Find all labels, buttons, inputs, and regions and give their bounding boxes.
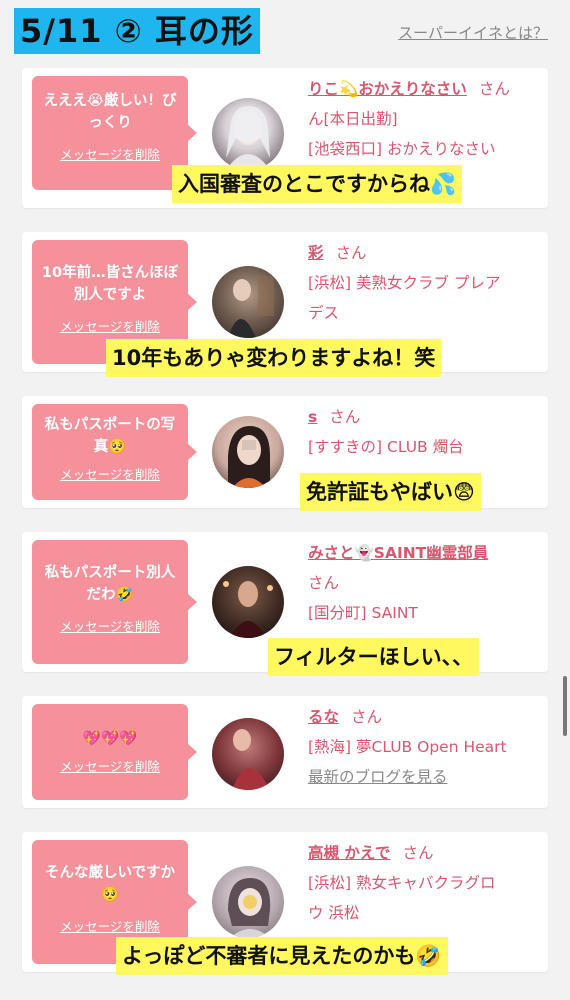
avatar[interactable] [212, 416, 284, 488]
honorific: さん [478, 80, 510, 98]
cast-shop-line: デス [308, 304, 340, 322]
avatar-image [228, 878, 271, 938]
honorific: さん [402, 844, 434, 862]
cast-name-link[interactable]: 高槻 かえで [308, 844, 390, 862]
overlay-caption: 免許証もやばい😨 [300, 473, 481, 511]
honorific: さん [351, 708, 383, 726]
message-text: 私もパスポートの写真🥺 [44, 417, 176, 455]
cast-shop-line: [浜松] 美熟女クラブ プレア [308, 274, 501, 292]
overlay-caption: よっぽど不審者に見えたのかも🤣 [116, 937, 448, 975]
honorific: さん [335, 244, 367, 262]
cast-info: るな さん [熱海] 夢CLUB Open Heart 最新のブログを見る [308, 702, 540, 792]
scrollbar[interactable] [563, 676, 567, 736]
cast-name-link[interactable]: s [308, 408, 317, 426]
cast-name-link[interactable]: りこ💫おかえりなさい [308, 80, 467, 98]
delete-message-link[interactable]: メッセージを削除 [32, 756, 188, 775]
cast-name-link[interactable]: るな [308, 708, 339, 726]
message-text: えええ😭厳しい！びっくり [43, 93, 177, 131]
avatar[interactable] [212, 98, 284, 170]
avatar[interactable] [212, 718, 284, 790]
cast-shop-line: ウ 浜松 [308, 904, 360, 922]
cast-info: みさと👻SAINT幽霊部員 さん [国分町] SAINT [308, 538, 540, 628]
avatar-image [228, 426, 270, 488]
avatar-image [232, 729, 270, 790]
delete-message-link[interactable]: メッセージを削除 [32, 316, 188, 335]
overlay-caption: 10年もありゃ変わりますよね！笑 [106, 339, 442, 377]
cast-shop-line: ん[本日出勤] [308, 110, 398, 128]
latest-blog-link[interactable]: 最新のブログを見る [308, 762, 540, 792]
message-bubble: 私もパスポート別人だわ🤣 メッセージを削除 [32, 540, 197, 664]
overlay-caption: フィルターほしい、、 [268, 638, 480, 676]
avatar[interactable] [212, 566, 284, 638]
cast-shop-line: [池袋西口] おかえりなさい [308, 140, 496, 158]
cast-name-link[interactable]: 彩 [308, 244, 324, 262]
overlay-caption: 入国審査のとこですからね💦 [172, 165, 463, 203]
delete-message-link[interactable]: メッセージを削除 [32, 464, 188, 483]
avatar[interactable] [212, 266, 284, 338]
message-text: そんな厳しいですか🥺 [44, 865, 176, 903]
cast-shop-line: [浜松] 熟女キャバクラグロ [308, 874, 496, 892]
avatar-image [228, 276, 274, 338]
delete-message-link[interactable]: メッセージを削除 [32, 616, 188, 635]
cast-shop-line: さん [308, 574, 340, 592]
cast-shop-line: [すすきの] CLUB 燭台 [308, 438, 464, 456]
message-card: 💖💖💖 メッセージを削除 るな さん [熱海] 夢CLUB Open Heart … [22, 696, 548, 808]
delete-message-link[interactable]: メッセージを削除 [32, 144, 188, 163]
message-text: 10年前…皆さんほぼ別人ですよ [41, 265, 179, 303]
super-iine-help-link[interactable]: スーパーイイネとは？ [398, 22, 548, 43]
cast-shop-line: [熱海] 夢CLUB Open Heart [308, 738, 507, 756]
message-text: 私もパスポート別人だわ🤣 [44, 565, 176, 603]
cast-shop-line: [国分町] SAINT [308, 604, 418, 622]
avatar[interactable] [212, 866, 284, 938]
cast-info: s さん [すすきの] CLUB 燭台 [308, 402, 540, 462]
message-bubble: 私もパスポートの写真🥺 メッセージを削除 [32, 404, 197, 500]
message-bubble: 💖💖💖 メッセージを削除 [32, 704, 197, 800]
honorific: さん [329, 408, 361, 426]
cast-name-link[interactable]: みさと👻SAINT幽霊部員 [308, 544, 488, 562]
page-title: 5/11 ② 耳の形 [14, 8, 260, 54]
cast-info: 彩さん [浜松] 美熟女クラブ プレア デス [308, 238, 540, 328]
message-bubble: えええ😭厳しい！びっくり メッセージを削除 [32, 76, 197, 190]
cast-info: りこ💫おかえりなさい さん ん[本日出勤] [池袋西口] おかえりなさい [308, 74, 540, 164]
delete-message-link[interactable]: メッセージを削除 [32, 916, 188, 935]
cast-info: 高槻 かえで さん [浜松] 熟女キャバクラグロ ウ 浜松 [308, 838, 540, 928]
avatar-image [223, 581, 273, 638]
message-text: 💖💖💖 [82, 731, 138, 747]
avatar-image [226, 106, 270, 170]
page-header: 5/11 ② 耳の形 スーパーイイネとは？ [0, 0, 570, 68]
